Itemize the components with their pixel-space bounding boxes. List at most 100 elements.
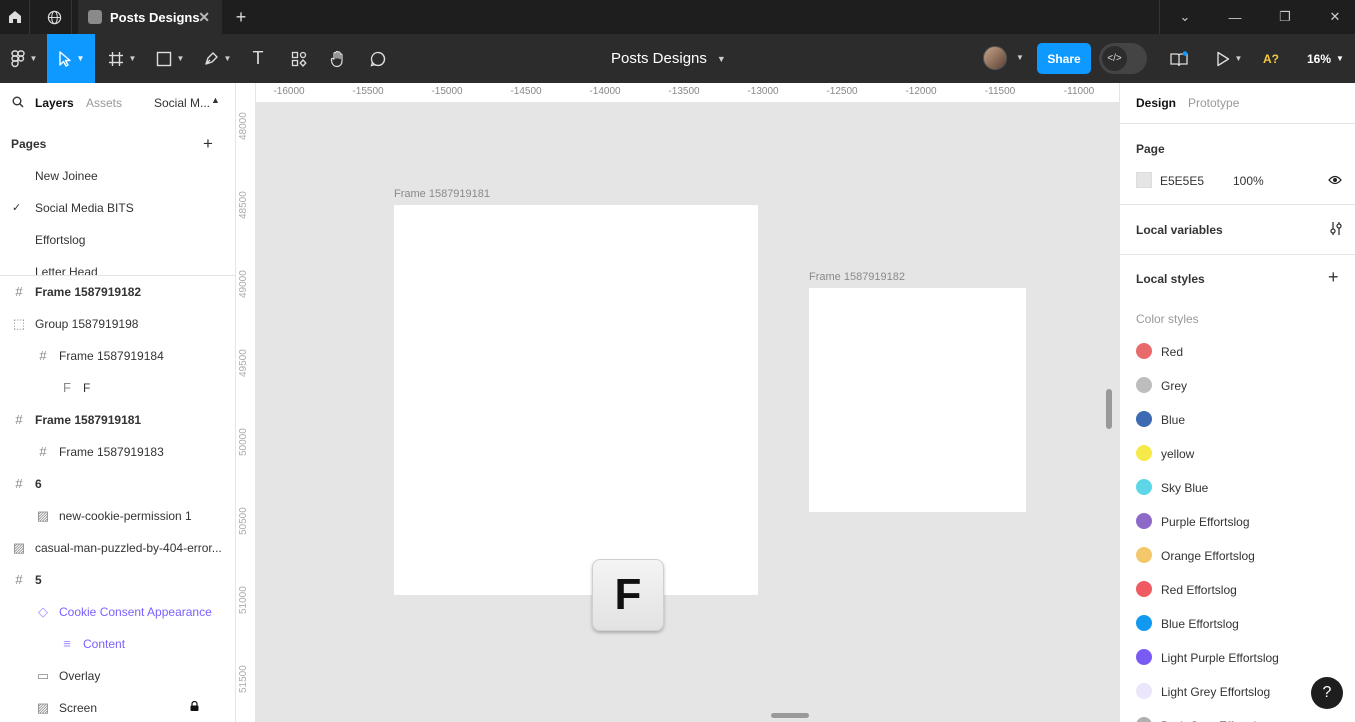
variables-icon[interactable] [1329,221,1343,236]
color-style-item[interactable]: yellow [1136,443,1346,463]
page-item[interactable]: Letter Head [35,265,98,275]
share-button[interactable]: Share [1037,43,1091,74]
layer-row[interactable]: ≡ Content [0,628,235,660]
layer-row[interactable]: ⬚ Group 1587919198 [0,308,235,340]
hand-icon [330,50,343,67]
file-tab[interactable]: Posts Designs ✕ [78,0,222,34]
zoom-menu[interactable]: 16% ▼ [1307,34,1344,83]
page-item[interactable]: New Joinee [35,169,98,183]
move-tool[interactable]: ▼ [47,34,95,83]
home-button[interactable] [0,0,30,34]
color-style-item[interactable]: Dark Grey Effortslog [1136,715,1346,722]
main-menu-button[interactable]: ▼ [6,34,42,83]
page-color-swatch[interactable] [1136,172,1152,188]
avatar[interactable] [983,46,1007,70]
color-style-item[interactable]: Sky Blue [1136,477,1346,497]
layer-row[interactable]: ▨ Screen [0,692,235,722]
color-style-item[interactable]: Orange Effortslog [1136,545,1346,565]
color-swatch [1136,411,1152,427]
resources-tool[interactable] [288,34,310,83]
color-style-name: Blue [1161,413,1186,427]
chevron-down-icon[interactable]: ⌄ [1160,0,1210,34]
restore-button[interactable]: ❐ [1260,0,1310,34]
layer-row[interactable]: # Frame 1587919183 [0,436,235,468]
close-tab-icon[interactable]: ✕ [198,9,210,26]
document-title[interactable]: Posts Designs ▼ [611,34,726,83]
frame-label[interactable]: Frame 1587919182 [809,271,905,283]
frame-1587919181[interactable] [394,205,758,595]
close-window-button[interactable]: ✕ [1310,0,1355,34]
chevron-down-icon[interactable]: ▼ [1016,53,1024,62]
frame-1587919182[interactable] [809,288,1026,512]
page-item[interactable]: Effortslog [35,233,85,247]
color-style-item[interactable]: Blue Effortslog [1136,613,1346,633]
hand-tool[interactable] [327,34,349,83]
lock-icon[interactable] [190,701,199,711]
layer-row[interactable]: ▭ Overlay [0,660,235,692]
library-button[interactable] [1168,34,1190,83]
frame-tool[interactable]: ▼ [104,34,140,83]
color-style-name: yellow [1161,447,1195,461]
page-selector[interactable]: Social M... [154,96,210,110]
local-variables-heading[interactable]: Local variables [1136,223,1223,237]
new-tab-button[interactable]: + [230,0,252,34]
color-style-item[interactable]: Purple Effortslog [1136,511,1346,531]
layer-row[interactable]: ▨ casual-man-puzzled-by-404-error... [0,532,235,564]
help-button[interactable]: ? [1311,677,1343,709]
group-icon: ⬚ [12,316,26,331]
dev-mode-toggle[interactable]: </> [1099,43,1147,74]
color-style-item[interactable]: Red [1136,341,1346,361]
f-key-graphic[interactable]: F [592,559,664,631]
layer-row[interactable]: #5 [0,564,235,596]
ruler-tick-label: 48500 [238,191,249,219]
color-style-name: Light Purple Effortslog [1161,651,1279,665]
design-canvas[interactable]: -16000 -15500 -15000 -14500 -14000 -13500 -130… [236,83,1119,722]
minimize-button[interactable]: — [1210,0,1260,34]
layer-name: Cookie Consent Appearance [59,605,212,619]
frame-label[interactable]: Frame 1587919181 [394,188,490,200]
layer-row[interactable]: ▨ new-cookie-permission 1 [0,500,235,532]
color-style-item[interactable]: Red Effortslog [1136,579,1346,599]
add-style-button[interactable]: + [1328,267,1339,288]
search-icon[interactable] [12,96,24,108]
component-icon: ◇ [38,604,48,619]
color-style-item[interactable]: Light Purple Effortslog [1136,647,1346,667]
vertical-scrollbar[interactable] [1106,389,1112,429]
tab-design[interactable]: Design [1136,96,1176,110]
color-style-name: Light Grey Effortslog [1161,685,1271,699]
layer-row[interactable]: FF [0,372,235,404]
layer-row[interactable]: # Frame 1587919184 [0,340,235,372]
tab-layers[interactable]: Layers [35,96,74,110]
color-swatch [1136,615,1152,631]
add-page-button[interactable]: + [203,134,213,154]
ruler-tick-label: -15500 [352,86,384,97]
ruler-tick-label: -11500 [984,86,1016,97]
page-opacity[interactable]: 100% [1233,174,1264,188]
horizontal-scrollbar[interactable] [771,713,809,718]
comment-tool[interactable] [367,34,389,83]
color-style-item[interactable]: Grey [1136,375,1346,395]
layer-row[interactable]: ◇ Cookie Consent Appearance [0,596,235,628]
play-icon [1216,51,1229,66]
accessibility-button[interactable]: A? [1263,34,1279,83]
community-button[interactable] [38,0,72,34]
layer-row[interactable]: # Frame 1587919181 [0,404,235,436]
color-style-item[interactable]: Blue [1136,409,1346,429]
tab-assets[interactable]: Assets [86,96,122,110]
layer-row[interactable]: # Frame 1587919182 [0,276,235,308]
layer-row[interactable]: #6 [0,468,235,500]
text-icon: F [63,380,71,395]
tab-prototype[interactable]: Prototype [1188,96,1239,110]
shape-tool[interactable]: ▼ [152,34,188,83]
layer-name: F [83,381,91,395]
pen-tool[interactable]: ▼ [199,34,235,83]
eye-icon[interactable] [1328,175,1342,185]
text-tool[interactable]: T [247,34,269,83]
page-color-hex[interactable]: E5E5E5 [1160,174,1204,188]
page-item-current[interactable]: Social Media BITS [35,201,134,215]
chevron-down-icon: ▼ [716,53,726,64]
pages-heading: Pages [11,137,47,151]
chevron-down-icon: ▼ [223,54,232,63]
present-button[interactable]: ▼ [1212,34,1246,83]
chevron-up-icon[interactable]: ▲ [211,95,220,105]
